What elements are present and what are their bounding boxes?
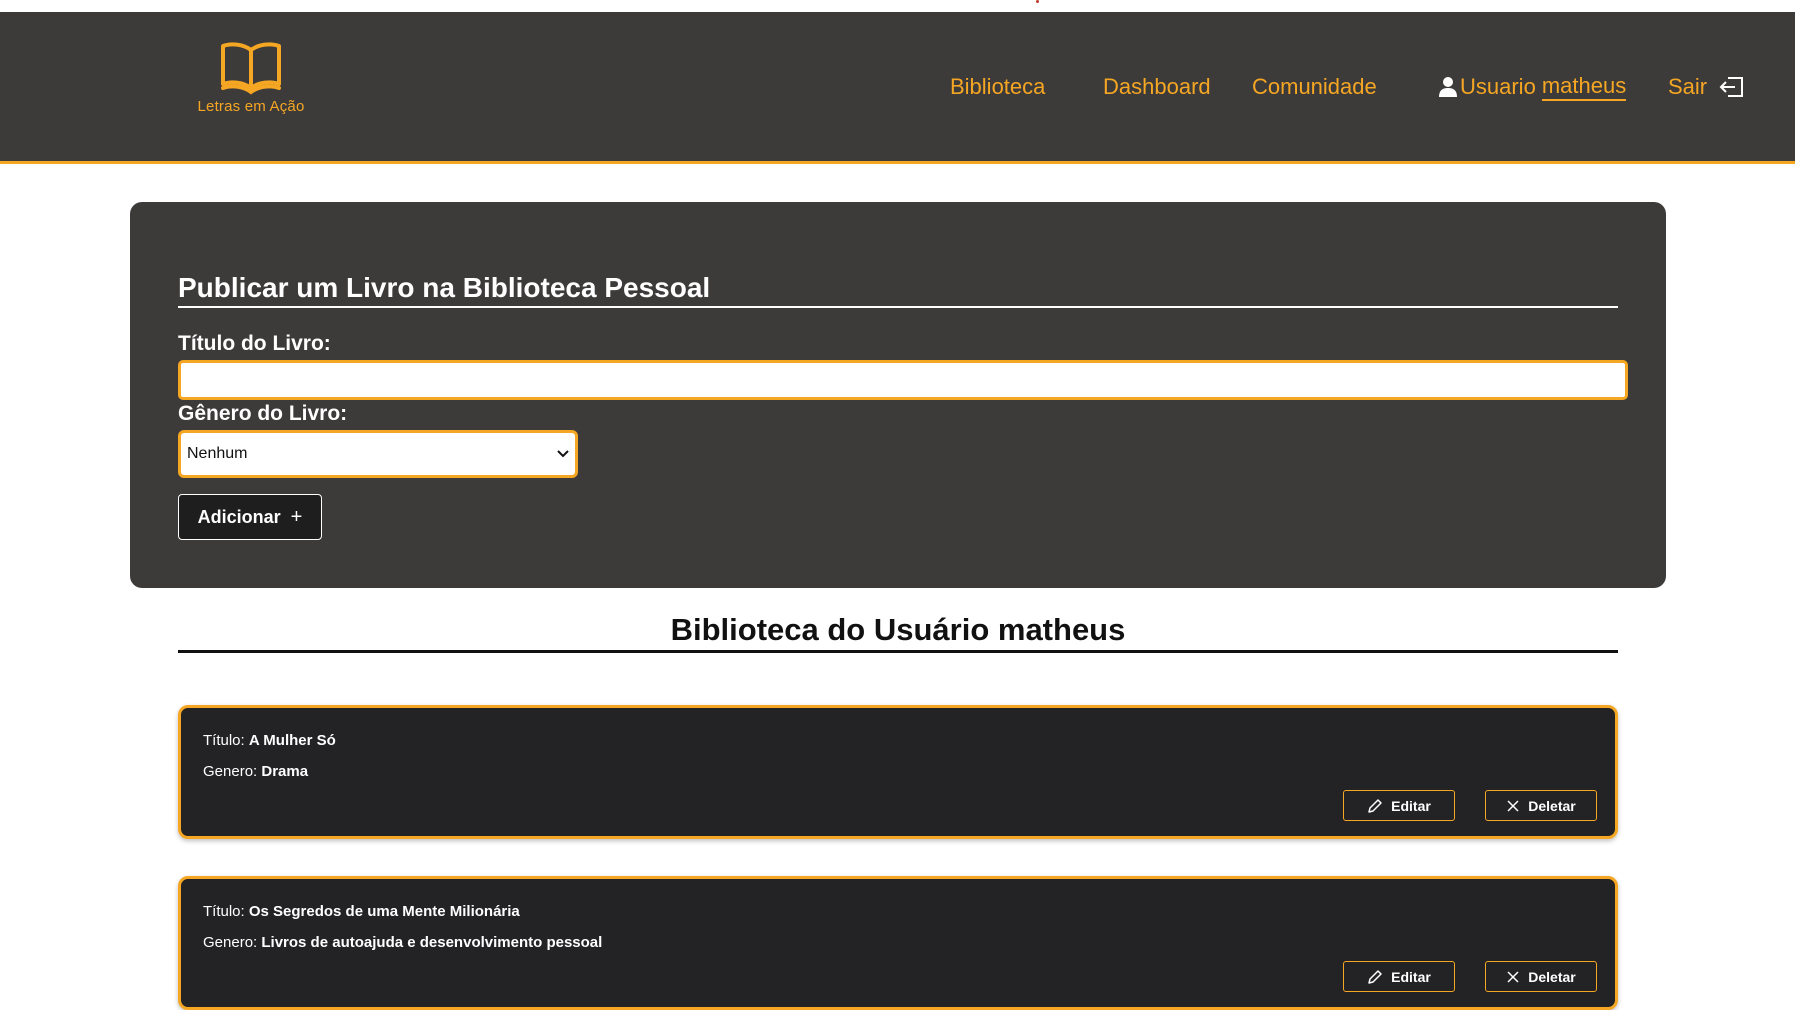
titulo-label: Título do Livro: [178,332,331,355]
nav-user-prefix: Usuario [1460,74,1536,99]
edit-label: Editar [1391,968,1431,985]
top-strip [0,0,1795,12]
nav-dashboard[interactable]: Dashboard [1103,72,1211,102]
nav-comunidade[interactable]: Comunidade [1252,72,1377,102]
pencil-icon [1367,798,1383,814]
nav-user[interactable]: Usuario matheus [1438,72,1627,102]
red-dot [1036,0,1039,3]
edit-button[interactable]: Editar [1343,961,1455,992]
exit-icon [1719,77,1744,97]
close-icon [1506,799,1520,813]
nav-sair[interactable]: Sair [1668,72,1745,102]
publish-panel: Publicar um Livro na Biblioteca Pessoal … [130,202,1666,588]
plus-icon: + [290,505,303,528]
titulo-input[interactable] [178,360,1628,400]
edit-button[interactable]: Editar [1343,790,1455,821]
library-title: Biblioteca do Usuário matheus [178,610,1618,653]
delete-button[interactable]: Deletar [1485,961,1597,992]
user-icon [1439,77,1457,97]
add-button-label: Adicionar [197,506,281,527]
delete-label: Deletar [1528,797,1576,814]
main-menu: Biblioteca Dashboard Comunidade Usuario … [0,72,1795,112]
titulo-prefix: Título: [203,903,245,920]
delete-button[interactable]: Deletar [1485,790,1597,821]
delete-label: Deletar [1528,968,1576,985]
book-card: Título: Os Segredos de uma Mente Milioná… [178,876,1618,1010]
add-button[interactable]: Adicionar + [178,494,322,540]
book-genre-field: Genero: Drama [203,763,308,780]
chevron-down-icon [557,450,569,458]
close-icon [1506,970,1520,984]
book-genre-field: Genero: Livros de autoajuda e desenvolvi… [203,934,602,951]
book-title: Os Segredos de uma Mente Milionária [248,903,520,920]
nav-username: matheus [1541,73,1627,101]
genero-prefix: Genero: [203,934,258,951]
book-title-field: Título: Os Segredos de uma Mente Milioná… [203,903,520,920]
genero-selected: Nenhum [187,445,248,462]
book-card: Título: A Mulher Só Genero: Drama Editar… [178,705,1618,839]
titulo-prefix: Título: [203,732,245,749]
nav-sair-label: Sair [1668,74,1708,99]
book-genre: Livros de autoajuda e desenvolvimento pe… [261,934,603,951]
genero-label: Gênero do Livro: [178,402,348,425]
pencil-icon [1367,969,1383,985]
genero-select[interactable]: Nenhum [178,430,578,478]
nav-biblioteca[interactable]: Biblioteca [950,72,1045,102]
book-genre: Drama [261,763,309,780]
book-title-field: Título: A Mulher Só [203,732,336,749]
book-title: A Mulher Só [248,732,336,749]
edit-label: Editar [1391,797,1431,814]
genero-prefix: Genero: [203,763,258,780]
navbar: Letras em Ação Biblioteca Dashboard Comu… [0,12,1795,164]
publish-title: Publicar um Livro na Biblioteca Pessoal [178,270,1618,308]
